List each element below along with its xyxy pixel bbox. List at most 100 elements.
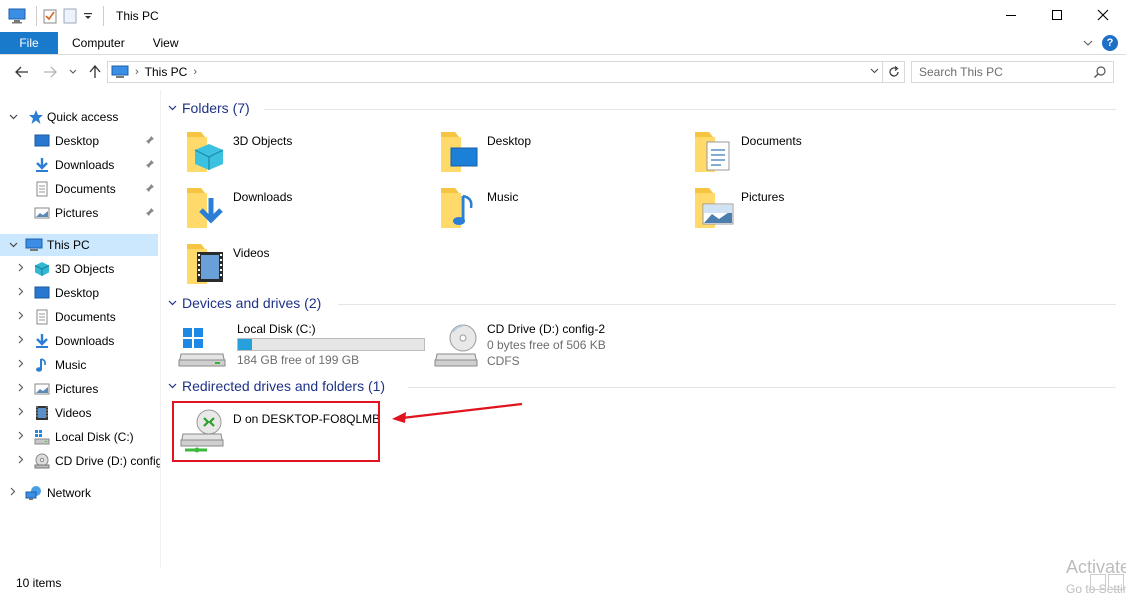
tab-view[interactable]: View — [139, 32, 193, 54]
nav-pc-desktop[interactable]: Desktop — [0, 282, 160, 304]
drive-free-space: 184 GB free of 199 GB — [237, 353, 360, 367]
breadcrumb-chevron-icon[interactable]: › — [193, 66, 197, 78]
breadcrumb-chevron-icon[interactable]: › — [135, 66, 139, 78]
group-header-devices[interactable]: Devices and drives (2) — [168, 293, 321, 313]
nav-quick-documents[interactable]: Documents — [0, 178, 160, 200]
minimize-button[interactable] — [988, 0, 1034, 30]
chevron-down-icon[interactable] — [168, 103, 182, 114]
folder-downloads[interactable]: Downloads — [183, 184, 423, 236]
breadcrumb-this-pc[interactable]: This PC — [145, 65, 188, 79]
up-button[interactable] — [86, 61, 104, 83]
pin-icon[interactable] — [145, 207, 155, 220]
nav-quick-pictures[interactable]: Pictures — [0, 202, 160, 224]
chevron-right-icon[interactable] — [15, 263, 27, 275]
folder-3d-objects[interactable]: 3D Objects — [183, 128, 423, 180]
group-title: Redirected drives and folders (1) — [182, 378, 386, 394]
refresh-button[interactable] — [883, 61, 905, 83]
tab-computer[interactable]: Computer — [58, 32, 139, 54]
close-button[interactable] — [1080, 0, 1126, 30]
annotation-arrow-icon — [392, 402, 523, 423]
nav-network[interactable]: Network — [0, 482, 160, 504]
folder-pictures-icon — [691, 184, 741, 236]
hard-drive-icon — [34, 429, 50, 445]
chevron-right-icon[interactable] — [15, 311, 27, 323]
recent-locations-button[interactable] — [66, 61, 80, 83]
title-bar: This PC — [0, 0, 1126, 32]
chevron-right-icon[interactable] — [15, 335, 27, 347]
folder-desktop[interactable]: Desktop — [437, 128, 677, 180]
address-dropdown-icon[interactable] — [870, 66, 879, 76]
pin-icon[interactable] — [145, 159, 155, 172]
nav-quick-desktop[interactable]: Desktop — [0, 130, 160, 152]
chevron-right-icon[interactable] — [15, 407, 27, 419]
nav-pc-videos[interactable]: Videos — [0, 402, 160, 424]
film-icon — [34, 405, 50, 421]
new-folder-icon[interactable] — [63, 6, 77, 26]
search-box[interactable]: Search This PC — [911, 61, 1114, 83]
expand-ribbon-chevron-icon[interactable] — [1082, 38, 1094, 48]
chevron-right-icon[interactable] — [7, 487, 19, 499]
nav-pc-downloads[interactable]: Downloads — [0, 330, 160, 352]
drive-free-space: 0 bytes free of 506 KB — [487, 338, 606, 352]
this-pc-icon — [25, 237, 43, 253]
folder-music[interactable]: Music — [437, 184, 677, 236]
chevron-down-icon[interactable] — [168, 298, 182, 309]
help-icon[interactable]: ? — [1102, 35, 1118, 51]
nav-label: Downloads — [55, 334, 115, 348]
chevron-right-icon[interactable] — [15, 431, 27, 443]
group-title: Devices and drives (2) — [182, 295, 322, 311]
minimize-icon — [1006, 15, 1016, 16]
desktop-icon — [34, 133, 50, 149]
drive-local-disk-c[interactable]: Local Disk (C:) 184 GB free of 199 GB — [177, 320, 425, 372]
chevron-right-icon[interactable] — [15, 455, 27, 467]
nav-pc-pictures[interactable]: Pictures — [0, 378, 160, 400]
folder-pictures[interactable]: Pictures — [691, 184, 931, 236]
properties-icon[interactable] — [43, 6, 57, 26]
details-view-icon[interactable] — [1090, 574, 1106, 590]
customize-qa-dropdown-icon[interactable] — [83, 6, 93, 26]
drive-usage-fill — [238, 339, 252, 350]
nav-label: This PC — [47, 238, 90, 252]
nav-pc-documents[interactable]: Documents — [0, 306, 160, 328]
nav-this-pc[interactable]: This PC — [0, 234, 158, 256]
back-arrow-icon — [15, 66, 28, 78]
drive-name: CD Drive (D:) config-2 — [487, 322, 606, 336]
group-header-folders[interactable]: Folders (7) — [168, 98, 250, 118]
address-bar[interactable]: › This PC › — [107, 61, 883, 83]
ribbon-tabs: File Computer View ? — [0, 32, 1126, 55]
tab-file[interactable]: File — [0, 32, 58, 54]
folder-name: Videos — [233, 246, 270, 260]
drive-cd-d[interactable]: CD Drive (D:) config-2 0 bytes free of 5… — [427, 320, 647, 372]
item-count: 10 items — [16, 576, 62, 590]
pane-divider — [160, 90, 161, 568]
forward-button[interactable] — [40, 61, 60, 83]
back-button[interactable] — [12, 61, 32, 83]
chevron-right-icon[interactable] — [15, 287, 27, 299]
large-icons-view-icon[interactable] — [1108, 574, 1124, 590]
this-pc-icon — [8, 6, 26, 26]
nav-quick-downloads[interactable]: Downloads — [0, 154, 160, 176]
nav-pc-music[interactable]: Music — [0, 354, 160, 376]
pin-icon[interactable] — [145, 135, 155, 148]
pin-icon[interactable] — [145, 183, 155, 196]
folder-videos[interactable]: Videos — [183, 240, 423, 292]
group-header-redirected[interactable]: Redirected drives and folders (1) — [168, 376, 385, 396]
annotation-highlight-box — [172, 401, 380, 462]
chevron-right-icon[interactable] — [15, 383, 27, 395]
chevron-right-icon[interactable] — [15, 359, 27, 371]
search-icon[interactable] — [1093, 65, 1107, 82]
status-bar: 10 items — [0, 570, 1126, 596]
nav-label: Documents — [55, 182, 116, 196]
nav-quick-access[interactable]: Quick access — [0, 106, 160, 128]
nav-pc-local-disk[interactable]: Local Disk (C:) — [0, 426, 160, 448]
window-title: This PC — [116, 9, 159, 23]
nav-label: CD Drive (D:) config-2 — [55, 454, 160, 468]
nav-pc-3d-objects[interactable]: 3D Objects — [0, 258, 160, 280]
nav-pc-cd-drive[interactable]: CD Drive (D:) config-2 — [0, 450, 160, 472]
folder-documents[interactable]: Documents — [691, 128, 931, 180]
chevron-down-icon[interactable] — [7, 112, 19, 123]
maximize-button[interactable] — [1034, 0, 1080, 30]
chevron-down-icon[interactable] — [168, 381, 182, 392]
drive-filesystem: CDFS — [487, 354, 520, 368]
chevron-down-icon[interactable] — [7, 240, 19, 251]
